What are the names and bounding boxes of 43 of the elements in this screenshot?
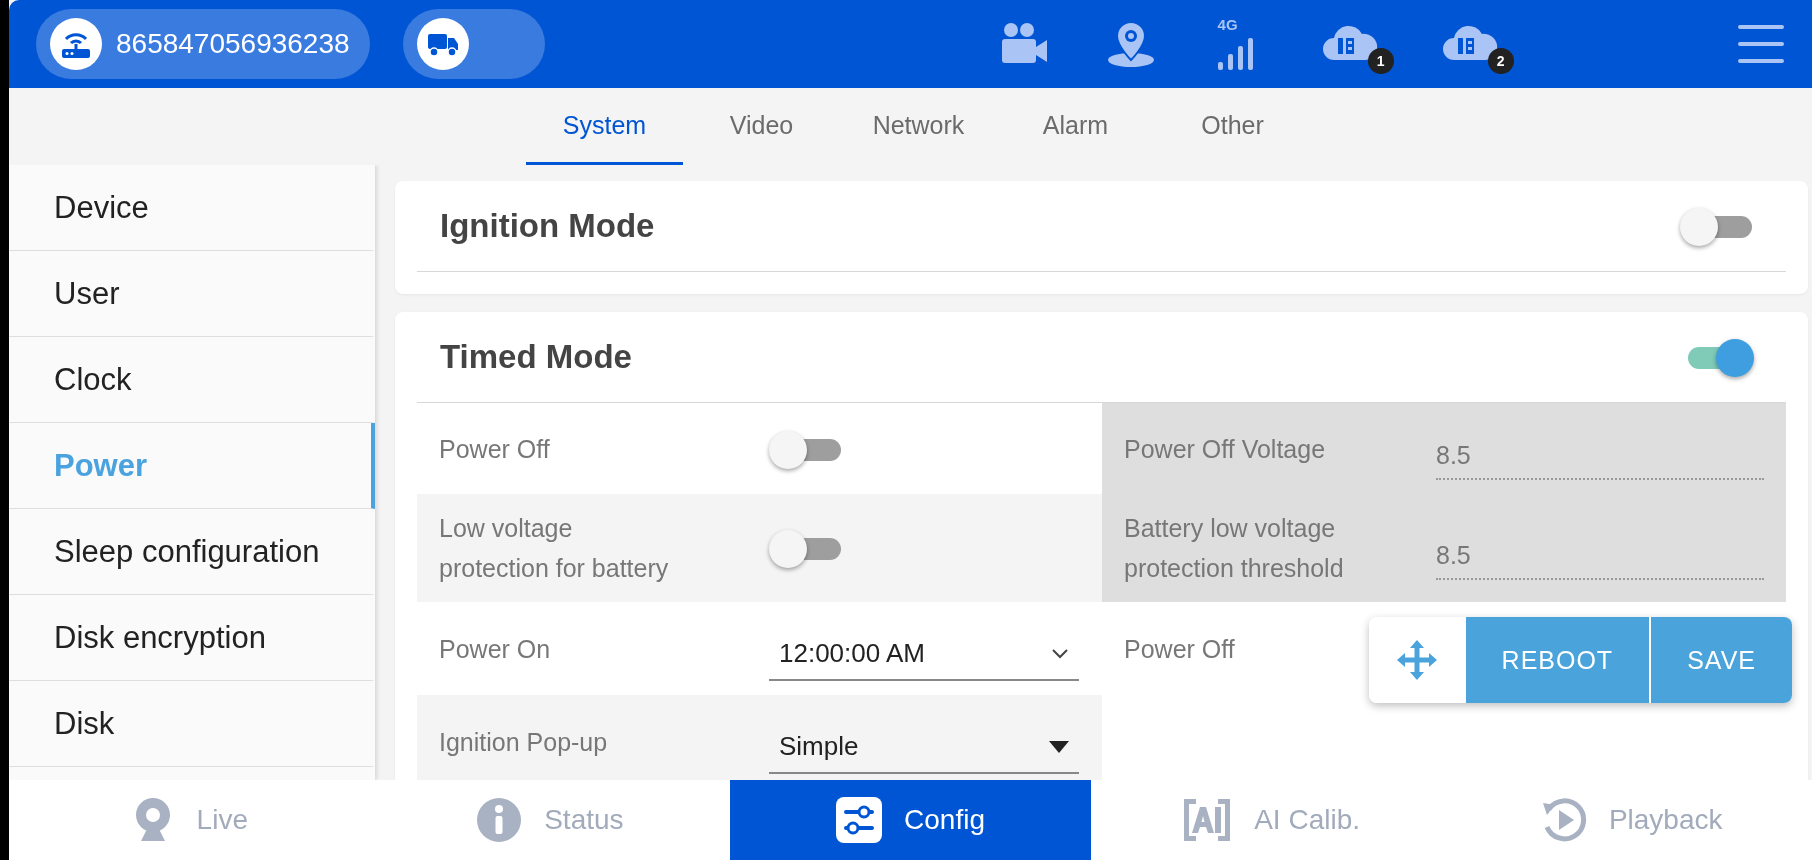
sidebar-item[interactable]: Disk — [9, 681, 375, 767]
toggle-switch[interactable] — [769, 430, 841, 467]
count-badge: 1 — [1367, 48, 1394, 74]
replay-icon — [1540, 797, 1587, 843]
mode-dropdown[interactable]: Simple — [769, 723, 1079, 774]
field-label: Ignition Pop-up — [439, 726, 609, 758]
sidebar-item[interactable]: Device — [9, 165, 375, 251]
section-title: Timed Mode — [440, 338, 632, 376]
info-icon — [476, 797, 523, 843]
field-label: Low voltage protection for battery — [439, 513, 670, 584]
sidebar-item[interactable]: Disk encryption — [9, 595, 375, 681]
sliders-icon — [836, 797, 882, 843]
time-dropdown[interactable]: 12:00:00 AM — [769, 630, 1079, 681]
field-label: Power Off — [439, 433, 551, 465]
field-label: Power Off Voltage — [1124, 433, 1327, 465]
video-camera-icon[interactable] — [999, 22, 1048, 66]
chevron-down-icon — [1051, 647, 1069, 660]
device-id-pill[interactable]: 865847056936238 — [36, 9, 370, 79]
nav-tab[interactable]: Config — [730, 780, 1091, 860]
truck-icon — [426, 31, 459, 57]
move-handle-icon[interactable] — [1368, 617, 1466, 703]
settings-tab[interactable]: Video — [683, 88, 840, 165]
sidebar-item[interactable]: Sleep configuration — [9, 509, 375, 595]
caret-down-icon — [1049, 740, 1069, 753]
menu-icon[interactable] — [1738, 25, 1784, 63]
field-label: Power On — [439, 633, 552, 665]
location-pin-icon[interactable] — [1105, 20, 1156, 68]
toggle-switch[interactable] — [769, 530, 841, 566]
sidebar-item[interactable]: Power — [9, 423, 375, 509]
action-button[interactable]: REBOOT — [1465, 617, 1650, 703]
action-button[interactable]: SAVE — [1649, 617, 1792, 703]
settings-tab[interactable]: Alarm — [997, 88, 1154, 165]
field-label: Power Off — [1124, 633, 1236, 665]
ai-frame-icon — [1182, 797, 1233, 843]
settings-tab[interactable]: Other — [1154, 88, 1311, 165]
settings-tab[interactable]: Network — [840, 88, 997, 165]
settings-tab[interactable]: System — [526, 88, 683, 165]
section-title: Ignition Mode — [440, 207, 655, 245]
toggle-switch[interactable] — [1680, 208, 1752, 244]
sidebar-item[interactable]: User — [9, 251, 375, 337]
count-badge: 2 — [1487, 48, 1514, 74]
field-label: Battery low voltage protection threshold — [1124, 513, 1345, 584]
sidebar-item[interactable]: Clock — [9, 337, 375, 423]
